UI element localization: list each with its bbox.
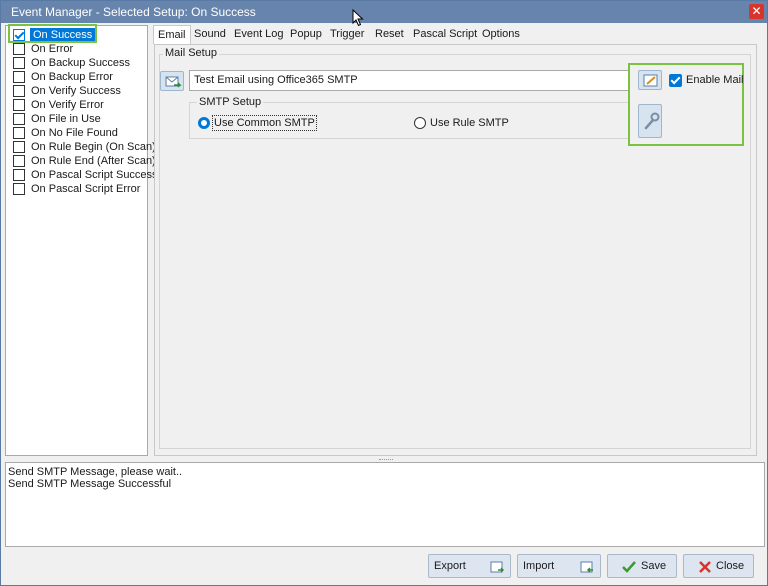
- event-label: On File in Use: [31, 113, 101, 125]
- splitter-handle[interactable]: [379, 459, 393, 461]
- enable-mail-label: Enable Mail: [686, 74, 744, 86]
- event-item-on-rule-end[interactable]: On Rule End (After Scan): [10, 154, 156, 168]
- event-item-on-pascal-script-error[interactable]: On Pascal Script Error: [10, 182, 150, 196]
- event-label: On Rule End (After Scan): [31, 155, 156, 167]
- checkmark-icon: [622, 561, 636, 573]
- radio-dot[interactable]: [198, 117, 210, 129]
- event-label: On Pascal Script Error: [31, 183, 141, 195]
- edit-icon: [643, 74, 658, 87]
- export-icon: [490, 561, 505, 573]
- event-label: On Verify Success: [31, 85, 121, 97]
- tab-trigger[interactable]: Trigger: [326, 25, 368, 44]
- mail-setup-select-button[interactable]: [160, 71, 184, 91]
- event-checkbox[interactable]: [13, 127, 25, 139]
- tab-sound[interactable]: Sound: [190, 25, 230, 44]
- save-label: Save: [641, 560, 667, 572]
- event-checkbox[interactable]: [13, 85, 25, 97]
- event-item-on-verify-success[interactable]: On Verify Success: [10, 84, 150, 98]
- event-item-on-no-file-found[interactable]: On No File Found: [10, 126, 150, 140]
- import-label: Import: [523, 560, 555, 572]
- event-checkbox[interactable]: [13, 169, 25, 181]
- tab-pascal-script[interactable]: Pascal Script: [409, 25, 481, 44]
- event-item-on-pascal-script-success[interactable]: On Pascal Script Success: [10, 168, 158, 182]
- event-list[interactable]: On Success On Error On Backup Success On…: [5, 25, 158, 456]
- import-button[interactable]: Import: [517, 554, 601, 578]
- event-checkbox[interactable]: [13, 113, 25, 125]
- close-window-button[interactable]: ✕: [749, 4, 764, 19]
- smtp-setup-label: SMTP Setup: [197, 96, 264, 108]
- window-title: Event Manager - Selected Setup: On Succe…: [11, 5, 256, 19]
- close-label: Close: [716, 560, 745, 572]
- smtp-settings-button[interactable]: [638, 104, 662, 138]
- event-item-on-rule-begin[interactable]: On Rule Begin (On Scan): [10, 140, 156, 154]
- event-item-on-backup-error[interactable]: On Backup Error: [10, 70, 150, 84]
- tab-reset[interactable]: Reset: [371, 25, 408, 44]
- log-line: Send SMTP Message Successful: [8, 478, 172, 490]
- import-icon: [580, 561, 593, 573]
- title-bar[interactable]: Event Manager - Selected Setup: On Succe…: [1, 1, 767, 23]
- event-label: On Verify Error: [31, 99, 104, 111]
- tab-email[interactable]: Email: [153, 25, 191, 44]
- tab-event-log[interactable]: Event Log: [230, 25, 288, 44]
- event-item-on-error[interactable]: On Error: [10, 42, 150, 56]
- status-log: Send SMTP Message, please wait.. Send SM…: [5, 462, 765, 547]
- event-checkbox[interactable]: [13, 43, 25, 55]
- event-checkbox[interactable]: [13, 57, 25, 69]
- tab-popup[interactable]: Popup: [286, 25, 326, 44]
- x-icon: [699, 561, 711, 573]
- edit-mail-setup-button[interactable]: [638, 70, 662, 90]
- event-label: On Backup Error: [31, 71, 113, 83]
- tab-options[interactable]: Options: [478, 25, 524, 44]
- use-common-smtp-label: Use Common SMTP: [212, 115, 317, 131]
- event-item-on-file-in-use[interactable]: On File in Use: [10, 112, 150, 126]
- event-checkbox[interactable]: [13, 183, 25, 195]
- event-label: On Rule Begin (On Scan): [31, 141, 156, 153]
- event-checkbox[interactable]: [13, 99, 25, 111]
- export-label: Export: [434, 560, 466, 572]
- event-checkbox[interactable]: [13, 155, 25, 167]
- enable-mail-checkbox[interactable]: [669, 74, 682, 87]
- use-rule-smtp-label: Use Rule SMTP: [430, 117, 509, 129]
- log-line: Send SMTP Message, please wait..: [8, 466, 183, 478]
- mail-send-icon: [165, 76, 182, 88]
- event-manager-window: Event Manager - Selected Setup: On Succe…: [0, 0, 768, 586]
- event-label: On No File Found: [31, 127, 118, 139]
- mail-setup-label: Mail Setup: [163, 47, 219, 59]
- event-label: On Backup Success: [31, 57, 131, 69]
- event-label: On Error: [31, 43, 74, 55]
- close-button[interactable]: Close: [683, 554, 754, 578]
- event-label: On Pascal Script Success: [31, 169, 158, 181]
- mail-setup-field[interactable]: Test Email using Office365 SMTP: [189, 70, 629, 91]
- highlight-box-event: [8, 24, 97, 43]
- wrench-icon: [644, 112, 660, 130]
- event-checkbox[interactable]: [13, 71, 25, 83]
- event-checkbox[interactable]: [13, 141, 25, 153]
- radio-dot[interactable]: [414, 117, 426, 129]
- event-item-on-backup-success[interactable]: On Backup Success: [10, 56, 150, 70]
- event-item-on-verify-error[interactable]: On Verify Error: [10, 98, 150, 112]
- export-button[interactable]: Export: [428, 554, 511, 578]
- save-button[interactable]: Save: [607, 554, 677, 578]
